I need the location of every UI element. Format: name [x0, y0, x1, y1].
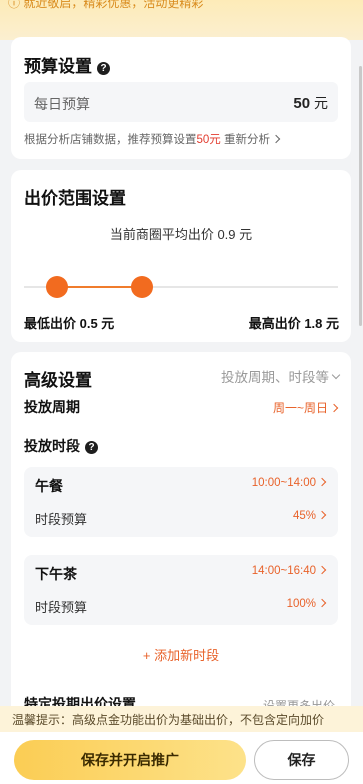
top-notice-bar: ⓘ 就近敬启，精彩优惠，活动更精彩: [0, 0, 363, 40]
advanced-title: 高级设置: [24, 371, 92, 390]
scrollbar[interactable]: [359, 66, 362, 326]
advanced-toggle[interactable]: 投放周期、时段等: [221, 366, 341, 386]
save-button[interactable]: 保存: [254, 740, 349, 780]
warm-tip: 温馨提示：高级点金功能出价为基础出价，不包含定向加价: [0, 706, 363, 732]
daily-budget-field[interactable]: 每日预算 50 元: [24, 82, 338, 122]
max-bid-handle[interactable]: [130, 276, 153, 298]
min-bid-label: 最低出价 0.5 元: [24, 316, 115, 331]
period-selector[interactable]: 周一~周日: [273, 399, 339, 416]
budget-card: 预算设置? 每日预算 50 元 根据分析店铺数据，推荐预算设置50元 重新分析: [11, 37, 351, 159]
average-bid-text: 当前商圈平均出价 0.9 元: [109, 227, 253, 242]
chevron-right-icon: [317, 510, 327, 520]
budget-recommend-tip: 根据分析店铺数据，推荐预算设置50元 重新分析: [24, 131, 281, 147]
chevron-down-icon: [331, 370, 341, 380]
chevron-right-icon: [329, 403, 339, 413]
slot-time[interactable]: 14:00~16:40: [252, 565, 327, 577]
time-slot-card[interactable]: 下午茶 14:00~16:40 时段预算 100%: [24, 555, 338, 625]
bid-range-card: 出价范围设置 当前商圈平均出价 0.9 元 最低出价 0.5 元 最高出价 1.…: [11, 170, 351, 342]
bottom-action-bar: 保存并开启推广 保存: [0, 732, 363, 784]
save-and-start-button[interactable]: 保存并开启推广: [14, 740, 246, 780]
daily-budget-value[interactable]: 50 元: [293, 93, 328, 113]
chevron-right-icon: [317, 477, 327, 487]
top-notice-text: ⓘ 就近敬启，精彩优惠，活动更精彩: [8, 0, 204, 10]
slot-budget-label: 时段预算: [35, 512, 88, 527]
advanced-settings-card: 高级设置 投放周期、时段等 投放周期 周一~周日 投放时段? 午餐 10:00~…: [11, 352, 351, 752]
chevron-right-icon: [317, 598, 327, 608]
chevron-right-icon: [317, 565, 327, 575]
slot-budget-pct[interactable]: 100%: [287, 598, 327, 610]
slot-budget-label: 时段预算: [35, 600, 88, 615]
reanalyze-link[interactable]: 重新分析: [224, 134, 281, 146]
slot-budget-pct[interactable]: 45%: [293, 510, 327, 522]
slot-name: 午餐: [35, 478, 63, 494]
slot-section-label: 投放时段?: [24, 436, 98, 456]
bid-slider-fill: [56, 286, 142, 288]
help-icon[interactable]: ?: [85, 441, 98, 454]
slot-name: 下午茶: [35, 566, 77, 582]
recommended-amount: 50元: [196, 134, 221, 146]
min-bid-handle[interactable]: [45, 276, 68, 298]
slot-time[interactable]: 10:00~14:00: [252, 477, 327, 489]
budget-title: 预算设置?: [24, 52, 110, 77]
bid-range-title: 出价范围设置: [24, 189, 126, 208]
max-bid-label: 最高出价 1.8 元: [248, 316, 339, 331]
daily-budget-label: 每日预算: [34, 96, 90, 112]
period-label: 投放周期: [24, 399, 80, 415]
time-slot-card[interactable]: 午餐 10:00~14:00 时段预算 45%: [24, 467, 338, 537]
chevron-right-icon: [271, 134, 281, 144]
help-icon[interactable]: ?: [97, 62, 110, 75]
add-time-slot-button[interactable]: + 添加新时段: [11, 645, 351, 664]
